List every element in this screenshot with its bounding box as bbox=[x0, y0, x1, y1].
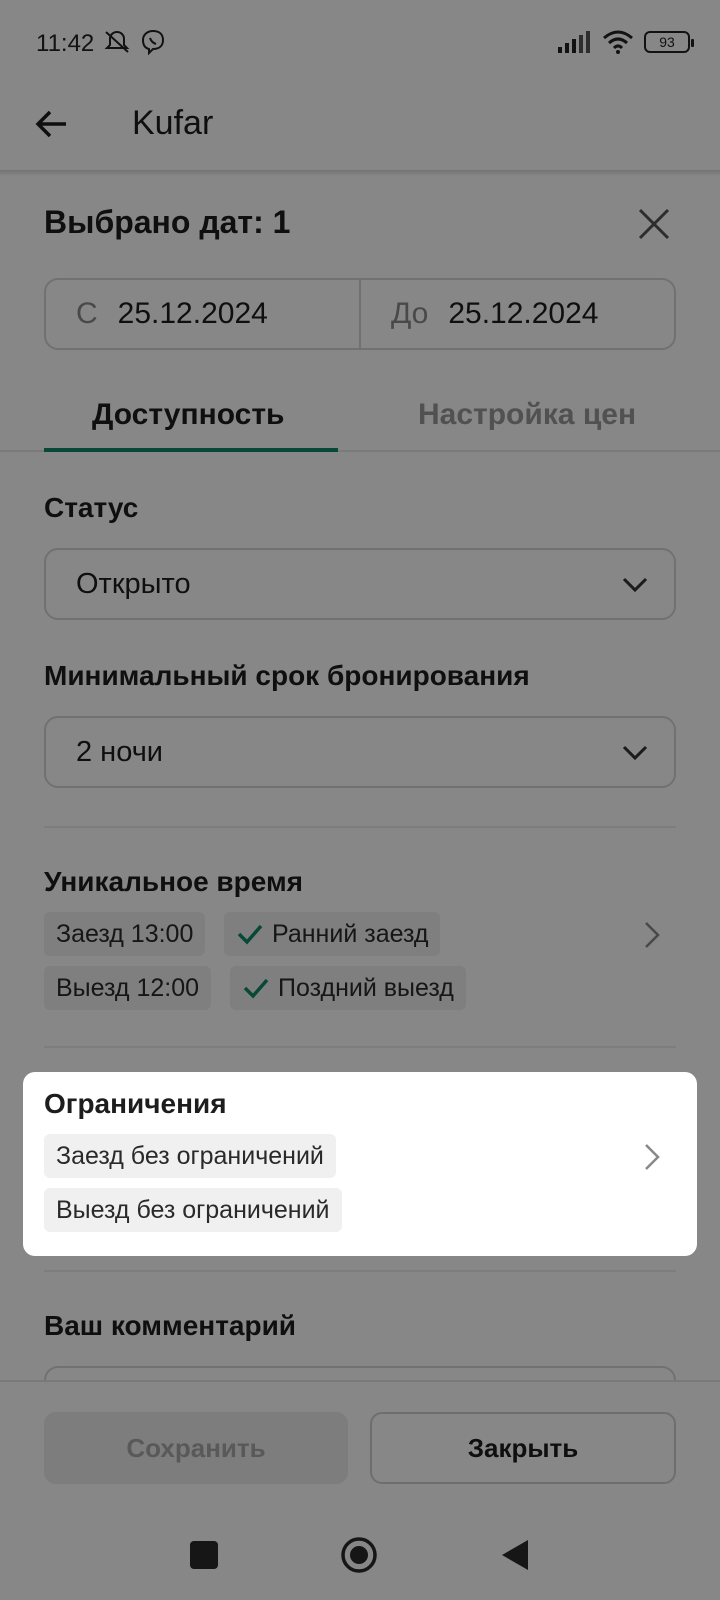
wifi-icon bbox=[603, 30, 633, 54]
divider bbox=[44, 1046, 676, 1048]
chevron-right-icon bbox=[645, 922, 660, 948]
battery-indicator: 93 bbox=[644, 31, 694, 53]
signal-icon bbox=[558, 31, 590, 53]
close-button[interactable]: Закрыть bbox=[370, 1412, 676, 1484]
recents-icon[interactable] bbox=[190, 1541, 218, 1569]
late-checkout-chip: Поздний выезд bbox=[230, 966, 466, 1010]
divider bbox=[44, 826, 676, 828]
checkin-time-text: Заезд 13:00 bbox=[56, 919, 194, 948]
bell-off-icon bbox=[104, 30, 130, 53]
check-icon bbox=[243, 978, 269, 999]
early-checkin-chip: Ранний заезд bbox=[224, 912, 441, 956]
chevron-down-icon bbox=[622, 577, 648, 593]
divider bbox=[44, 1270, 676, 1272]
status-bar: 11:42 93 bbox=[0, 0, 720, 88]
restrictions-label: Ограничения bbox=[44, 1088, 227, 1119]
app-title: Kufar bbox=[132, 104, 214, 142]
restriction-checkout-chip: Выезд без ограничений bbox=[44, 1188, 342, 1232]
date-from-prefix: С bbox=[76, 297, 98, 330]
save-button[interactable]: Сохранить bbox=[44, 1412, 348, 1484]
restrictions-card[interactable]: Ограничения Заезд без ограничений Выезд … bbox=[23, 1072, 697, 1256]
app-bar-shadow bbox=[0, 170, 720, 176]
min-stay-select[interactable]: 2 ночи bbox=[44, 716, 676, 788]
date-to-value: 25.12.2024 bbox=[448, 297, 599, 330]
screen: 11:42 93 Kufar Выбрано дат: 1 С 25.12.20… bbox=[0, 0, 720, 1600]
date-range-field: С 25.12.2024 До 25.12.2024 bbox=[44, 278, 676, 350]
tab-price-settings[interactable]: Настройка цен bbox=[418, 398, 636, 432]
checkout-time-text: Выезд 12:00 bbox=[56, 973, 200, 1002]
date-from-field[interactable]: С 25.12.2024 bbox=[46, 280, 359, 348]
min-stay-value: 2 ночи bbox=[76, 735, 163, 768]
home-icon[interactable] bbox=[340, 1536, 378, 1574]
tab-availability[interactable]: Доступность bbox=[92, 398, 284, 432]
status-value: Открыто bbox=[76, 567, 191, 600]
min-stay-label: Минимальный срок бронирования bbox=[44, 660, 530, 691]
check-icon bbox=[237, 924, 263, 945]
app-bar: Kufar bbox=[0, 88, 720, 172]
sheet-title: Выбрано дат: 1 bbox=[44, 204, 291, 240]
checkin-time-chip: Заезд 13:00 bbox=[44, 912, 206, 956]
checkout-time-chip: Выезд 12:00 bbox=[44, 966, 212, 1010]
tab-bar: Доступность Настройка цен bbox=[0, 380, 720, 452]
late-checkout-text: Поздний выезд bbox=[278, 973, 454, 1002]
nav-back-icon[interactable] bbox=[500, 1538, 530, 1572]
date-to-prefix: До bbox=[391, 297, 429, 330]
comment-label: Ваш комментарий bbox=[44, 1310, 297, 1341]
system-nav-bar bbox=[0, 1500, 720, 1600]
status-label: Статус bbox=[44, 492, 139, 523]
date-to-field[interactable]: До 25.12.2024 bbox=[359, 280, 674, 348]
viber-icon bbox=[141, 29, 165, 56]
restriction-checkin-chip: Заезд без ограничений bbox=[44, 1134, 336, 1178]
back-arrow-icon[interactable] bbox=[30, 102, 74, 146]
tab-active-indicator bbox=[44, 448, 338, 452]
restriction-checkin-text: Заезд без ограничений bbox=[56, 1141, 324, 1170]
status-time: 11:42 bbox=[36, 30, 95, 57]
status-select[interactable]: Открыто bbox=[44, 548, 676, 620]
date-from-value: 25.12.2024 bbox=[117, 297, 268, 330]
chevron-right-icon bbox=[645, 1144, 660, 1170]
early-checkin-text: Ранний заезд bbox=[272, 919, 429, 948]
status-right: 93 bbox=[558, 30, 694, 54]
restriction-checkout-text: Выезд без ограничений bbox=[56, 1195, 330, 1224]
chevron-down-icon bbox=[622, 745, 648, 761]
close-icon[interactable] bbox=[636, 206, 672, 242]
unique-time-label: Уникальное время bbox=[44, 866, 303, 897]
